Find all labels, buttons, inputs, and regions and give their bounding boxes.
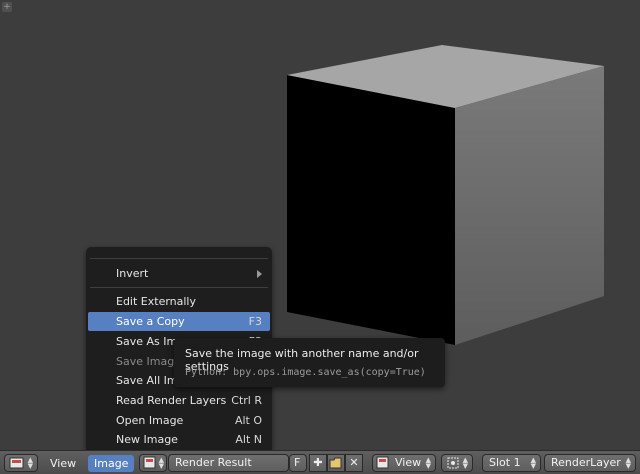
menu-item-label: Save Image <box>116 355 181 368</box>
plus-icon: ✚ <box>313 456 323 469</box>
view-mode-label: View <box>395 456 422 469</box>
dropdown-arrows-icon: ▲ ▼ <box>462 456 468 470</box>
image-browse-button[interactable]: ▲ ▼ <box>139 454 167 472</box>
menu-item-save-a-copy[interactable]: Save a Copy F3 <box>88 312 270 331</box>
menu-divider <box>90 287 268 288</box>
menu-item-edit-externally[interactable]: Edit Externally <box>88 292 270 311</box>
dropdown-arrows-icon: ▲ ▼ <box>530 456 536 470</box>
menu-item-label: Edit Externally <box>116 295 197 308</box>
menu-item-label: Open Image <box>116 414 184 427</box>
menu-item-shortcut: Alt N <box>235 433 262 446</box>
dropdown-arrows-icon: ▲ ▼ <box>27 456 33 470</box>
image-browse-icon <box>143 456 156 469</box>
menu-item-read-render-layers[interactable]: Read Render Layers Ctrl R <box>88 391 270 410</box>
render-layer-label: RenderLayer <box>551 456 621 469</box>
image-editor-header: ▲ ▼ View Image ▲ ▼ Render Result F ✚ ✕ Vie… <box>0 450 640 474</box>
pivot-icon <box>447 457 459 469</box>
menu-item-label: New Image <box>116 433 178 446</box>
menu-item-shortcut: F3 <box>248 315 262 328</box>
close-icon: ✕ <box>349 456 359 469</box>
fake-user-toggle[interactable]: F <box>289 454 307 472</box>
unlink-image-button[interactable]: ✕ <box>345 454 363 472</box>
folder-icon <box>329 457 342 469</box>
render-layer-selector[interactable]: RenderLayer ▲ ▼ <box>544 454 636 472</box>
menu-item-label: Read Render Layers <box>116 394 227 407</box>
editor-type-selector[interactable]: ▲ ▼ <box>4 454 38 472</box>
slot-selector[interactable]: Slot 1 ▲ ▼ <box>482 454 541 472</box>
tooltip-python-path: Python: bpy.ops.image.save_as(copy=True) <box>185 367 426 378</box>
dropdown-arrows-icon: ▲ ▼ <box>425 456 431 470</box>
menu-item-shortcut: Alt O <box>234 414 262 427</box>
pivot-selector[interactable]: ▲ ▼ <box>441 454 473 472</box>
menu-item-invert[interactable]: Invert <box>88 264 270 283</box>
image-name-field[interactable]: Render Result <box>168 454 289 472</box>
view-mode-selector[interactable]: View ▲ ▼ <box>372 454 436 472</box>
submenu-arrow-icon <box>257 270 262 278</box>
menu-item-open-image[interactable]: Open Image Alt O <box>88 411 270 430</box>
view-mode-icon <box>376 456 389 469</box>
tooltip: Save the image with another name and/or … <box>174 338 445 387</box>
view-menu[interactable]: View <box>44 455 82 472</box>
image-menu-button[interactable]: Image <box>88 455 135 472</box>
menu-divider <box>90 258 268 259</box>
open-image-button[interactable] <box>327 454 345 472</box>
image-editor-icon <box>9 457 24 469</box>
new-image-button[interactable]: ✚ <box>309 454 327 472</box>
menu-item-label: Save a Copy <box>116 315 185 328</box>
dropdown-arrows-icon: ▲ ▼ <box>158 456 164 470</box>
slot-label: Slot 1 <box>489 456 521 469</box>
menu-item-new-image[interactable]: New Image Alt N <box>88 430 270 449</box>
menu-item-shortcut: Ctrl R <box>231 394 262 407</box>
menu-item-label: Invert <box>116 267 149 280</box>
dropdown-arrows-icon: ▲ ▼ <box>625 456 631 470</box>
